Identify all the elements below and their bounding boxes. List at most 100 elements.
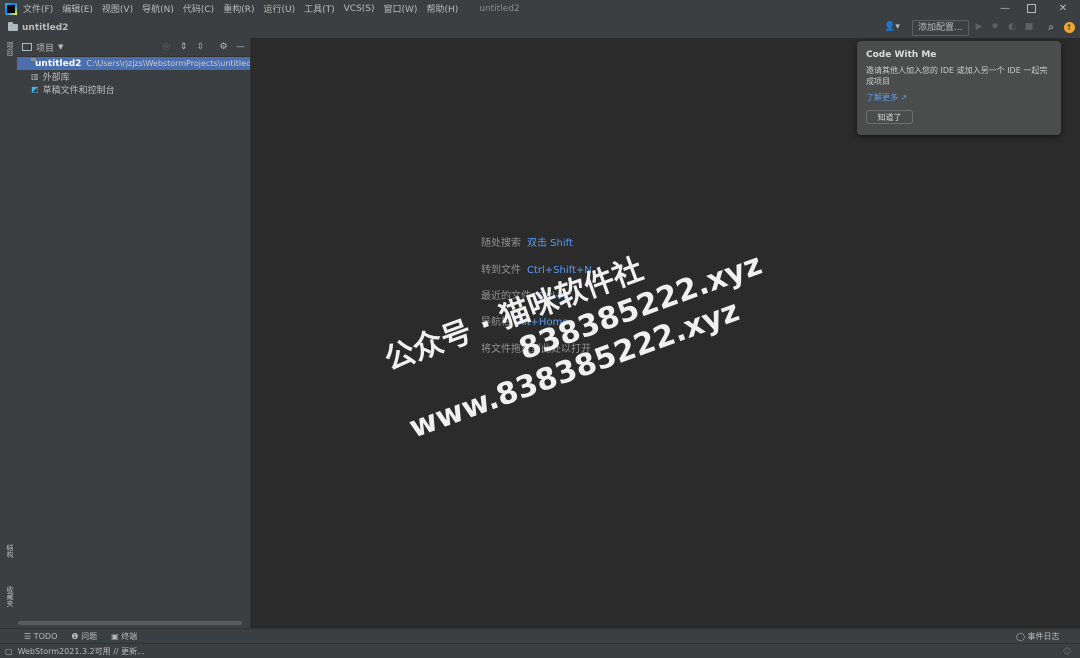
folder-icon (8, 22, 18, 31)
library-icon: ▥ (31, 72, 39, 81)
structure-tool-tab[interactable]: 结构 (2, 544, 15, 570)
run-button[interactable]: ▶ (972, 20, 986, 34)
close-icon: ✕ (1058, 3, 1068, 14)
problems-tab-label: 问题 (81, 632, 98, 641)
update-notification-icon: ↑ (1063, 21, 1075, 33)
maximize-icon (1026, 4, 1036, 13)
breadcrumb-project[interactable]: untitled2 (22, 23, 68, 33)
updates-button[interactable]: ↑ (1062, 20, 1076, 34)
toggle-tool-windows-icon[interactable]: ▢ (5, 647, 13, 656)
chevron-down-icon[interactable]: ▼ (58, 43, 63, 51)
menu-help[interactable]: 帮助(H) (426, 2, 458, 15)
tree-item-path: C:\Users\rjzjzs\WebstormProjects\untitle… (86, 59, 250, 68)
menu-vcs[interactable]: VCS(S) (344, 4, 375, 14)
code-with-me-button[interactable]: 👤▾ (882, 20, 902, 34)
expand-all-icon[interactable]: ⇕ (178, 41, 189, 52)
event-log-icon: ◯ (1016, 632, 1025, 641)
hint-shortcut: Alt+Home (517, 317, 569, 328)
problems-tab[interactable]: ❶ 问题 (71, 631, 97, 642)
coverage-icon: ◐ (1008, 22, 1016, 32)
terminal-icon: ▣ (111, 632, 119, 641)
todo-tab-label: TODO (33, 632, 58, 641)
project-panel-title[interactable]: 项目 (36, 41, 54, 54)
status-message[interactable]: WebStorm2021.3.2可用 // 更新... (18, 646, 145, 657)
locate-file-icon[interactable]: ◎ (161, 41, 172, 52)
tree-item-external-libraries[interactable]: ▥ 外部库 (17, 70, 250, 83)
hint-text: 随处搜索 (481, 238, 521, 249)
horizontal-scrollbar[interactable] (18, 621, 242, 625)
menu-edit[interactable]: 编辑(E) (62, 2, 93, 15)
left-tool-strip: 项目 结构 收藏夹 (0, 38, 18, 628)
event-log-label: 事件日志 (1027, 632, 1060, 641)
run-icon: ▶ (975, 22, 983, 32)
collapse-all-icon[interactable]: ⇳ (195, 41, 206, 52)
hint-shortcut: Ctrl+Shift+N (527, 265, 592, 276)
structure-tab-label: 结构 (6, 544, 14, 558)
terminal-tab[interactable]: ▣ 终端 (111, 631, 137, 642)
user-icon: 👤▾ (884, 22, 900, 32)
close-window-button[interactable]: ✕ (1048, 0, 1078, 17)
menu-code[interactable]: 代码(C) (183, 2, 214, 15)
popup-body: 邀请其他人加入您的 IDE 或加入另一个 IDE 一起完成项目 (866, 66, 1048, 86)
stop-icon: ■ (1024, 22, 1034, 32)
webstorm-logo-icon[interactable] (5, 2, 17, 15)
title-bar: 文件(F) 编辑(E) 视图(V) 导航(N) 代码(C) 重构(R) 运行(U… (0, 0, 1080, 17)
project-panel-header: 项目 ▼ ◎ ⇕ ⇳ ⚙ — (17, 38, 250, 57)
todo-tab[interactable]: ☰ TODO (24, 632, 57, 641)
hint-text: 导航栏 (481, 317, 511, 328)
hint-drop-files: 将文件拖放到此处以打开 (481, 340, 591, 355)
hide-panel-icon[interactable]: — (235, 41, 246, 52)
search-everywhere-button[interactable]: ⌕ (1044, 20, 1058, 34)
debug-button[interactable]: ✹ (988, 20, 1002, 34)
scratches-icon: ◩ (31, 85, 39, 94)
menu-refactor[interactable]: 重构(R) (223, 2, 254, 15)
project-view-icon (22, 43, 32, 51)
gear-icon[interactable]: ⚙ (218, 41, 229, 52)
hint-search-everywhere: 随处搜索 双击 Shift (481, 234, 573, 249)
hint-text: 转到文件 (481, 265, 521, 276)
search-icon: ⌕ (1048, 21, 1054, 33)
add-configuration-button[interactable]: 添加配置... (912, 20, 969, 36)
status-indicator-icon[interactable]: ☺ (1063, 647, 1071, 656)
learn-more-link[interactable]: 了解更多 ↗ (866, 92, 907, 103)
hint-text: 将文件拖放到此处以打开 (481, 344, 591, 355)
tree-item-scratches[interactable]: ◩ 草稿文件和控制台 (17, 83, 250, 96)
menu-run[interactable]: 运行(U) (263, 2, 295, 15)
coverage-button[interactable]: ◐ (1005, 20, 1019, 34)
minimize-icon: — (1000, 3, 1010, 14)
menu-window[interactable]: 窗口(W) (384, 2, 418, 15)
project-tab-label: 项目 (6, 42, 14, 56)
status-bar: ▢ WebStorm2021.3.2可用 // 更新... ☺ (0, 643, 1080, 658)
problems-icon: ❶ (71, 632, 79, 641)
maximize-button[interactable] (1016, 0, 1046, 17)
tree-item-project-root[interactable]: untitled2 C:\Users\rjzjzs\WebstormProjec… (17, 57, 250, 70)
event-log-tab[interactable]: ◯ 事件日志 (1016, 631, 1060, 642)
hint-go-to-file: 转到文件 Ctrl+Shift+N (481, 261, 592, 276)
watermark: 公众号 · 猫咪软件社 838385222.xyz www.838385222.… (380, 208, 793, 446)
debug-icon: ✹ (991, 22, 999, 32)
tree-item-label: 草稿文件和控制台 (42, 86, 115, 96)
window-title: untitled2 (479, 3, 520, 14)
menu-navigate[interactable]: 导航(N) (142, 2, 174, 15)
favorites-tab-label: 收藏夹 (6, 586, 14, 607)
favorites-tool-tab[interactable]: 收藏夹 (2, 586, 15, 620)
hint-text: 最近的文件 (481, 291, 531, 302)
project-tool-tab[interactable]: 项目 (2, 42, 15, 72)
menu-file[interactable]: 文件(F) (23, 2, 53, 15)
got-it-button[interactable]: 知道了 (866, 110, 913, 124)
hint-navigation-bar: 导航栏 Alt+Home (481, 313, 568, 328)
list-icon: ☰ (24, 632, 32, 641)
code-with-me-popup: Code With Me 邀请其他人加入您的 IDE 或加入另一个 IDE 一起… (857, 41, 1061, 135)
terminal-tab-label: 终端 (121, 632, 138, 641)
hint-shortcut: Ctrl+E (537, 291, 570, 302)
watermark-line3: www.838385222.xyz (404, 293, 744, 446)
breadcrumb[interactable]: untitled2 (8, 22, 68, 33)
project-panel: 项目 ▼ ◎ ⇕ ⇳ ⚙ — untitled2 C:\Users\rjzjzs… (17, 38, 251, 628)
bottom-tool-bar: ☰ TODO ❶ 问题 ▣ 终端 ◯ 事件日志 (0, 628, 1080, 644)
menu-tools[interactable]: 工具(T) (304, 2, 335, 15)
tree-item-label: 外部库 (42, 73, 70, 83)
menu-view[interactable]: 视图(V) (102, 2, 133, 15)
popup-title: Code With Me (866, 50, 937, 60)
tree-item-label: untitled2 (35, 58, 82, 69)
stop-button[interactable]: ■ (1022, 20, 1036, 34)
